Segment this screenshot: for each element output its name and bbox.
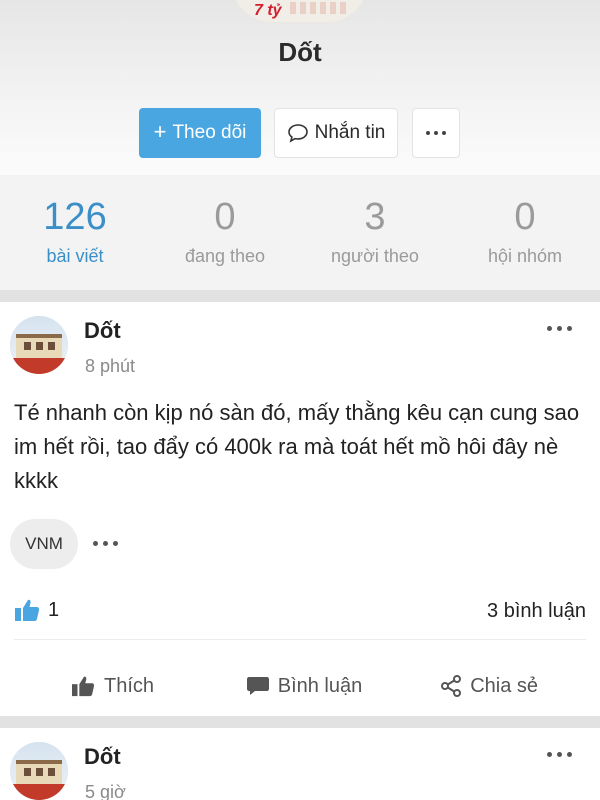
more-icon xyxy=(426,131,446,135)
message-button[interactable]: Nhắn tin xyxy=(274,108,398,158)
cover-decoration xyxy=(290,2,350,14)
profile-screen: 7 tỷ Dốt + Theo dõi Nhắn tin 126 bài viế… xyxy=(0,0,600,800)
stat-count: 126 xyxy=(43,196,107,238)
stat-label: người theo xyxy=(331,246,419,266)
avatar[interactable] xyxy=(10,742,68,800)
post-actions: Thích Bình luận Chia sẻ xyxy=(0,659,600,713)
divider xyxy=(14,639,586,640)
chat-bubble-icon xyxy=(287,123,309,143)
follow-button[interactable]: + Theo dõi xyxy=(139,108,261,158)
stock-tag[interactable]: VNM xyxy=(10,519,78,569)
profile-stats: 126 bài viết 0 đang theo 3 người theo 0 … xyxy=(0,175,600,290)
comment-count[interactable]: 3 bình luận xyxy=(487,600,586,623)
profile-more-button[interactable] xyxy=(412,108,460,158)
stat-posts[interactable]: 126 bài viết xyxy=(0,175,150,290)
follow-label: Theo dõi xyxy=(172,122,247,143)
stat-count: 0 xyxy=(514,196,536,238)
like-button[interactable]: Thích xyxy=(0,659,226,713)
share-button[interactable]: Chia sẻ xyxy=(382,659,600,713)
comment-button[interactable]: Bình luận xyxy=(226,659,382,713)
post-time: 5 giờ xyxy=(85,782,126,800)
stat-followers[interactable]: 3 người theo xyxy=(300,175,450,290)
section-separator xyxy=(0,290,600,302)
stat-count: 0 xyxy=(214,196,236,238)
like-summary[interactable]: 1 xyxy=(14,598,59,622)
avatar[interactable] xyxy=(10,316,68,374)
stat-count: 3 xyxy=(364,196,386,238)
stat-label: hội nhóm xyxy=(487,246,563,266)
like-label: Thích xyxy=(104,674,155,697)
stat-groups[interactable]: 0 hội nhóm xyxy=(450,175,600,290)
tag-more-icon[interactable] xyxy=(93,541,118,546)
post-more-icon[interactable] xyxy=(547,326,572,331)
cover-photo[interactable]: 7 tỷ xyxy=(232,0,367,22)
post-author[interactable]: Dốt xyxy=(84,744,121,770)
like-count: 1 xyxy=(48,598,60,621)
post-time: 8 phút xyxy=(85,356,136,376)
post-card: Dốt 8 phút Té nhanh còn kịp nó sàn đó, m… xyxy=(0,302,600,716)
thumbs-up-icon xyxy=(14,598,40,622)
stat-label: đang theo xyxy=(184,246,266,266)
profile-header: 7 tỷ Dốt + Theo dõi Nhắn tin xyxy=(0,0,600,175)
post-author[interactable]: Dốt xyxy=(84,318,121,344)
share-label: Chia sẻ xyxy=(470,674,538,697)
post-more-icon[interactable] xyxy=(547,752,572,757)
comment-icon xyxy=(246,675,270,697)
plus-icon: + xyxy=(153,119,167,144)
post-card: Dốt 5 giờ xyxy=(0,728,600,800)
share-icon xyxy=(440,675,462,697)
thumbs-up-icon xyxy=(70,675,96,697)
comment-label: Bình luận xyxy=(277,674,363,697)
cover-caption: 7 tỷ xyxy=(254,2,282,19)
profile-name: Dốt xyxy=(278,37,322,67)
post-content: Té nhanh còn kịp nó sàn đó, mấy thằng kê… xyxy=(14,400,580,493)
message-label: Nhắn tin xyxy=(314,122,386,143)
stat-label: bài viết xyxy=(46,246,104,266)
section-separator xyxy=(0,716,600,728)
stat-following[interactable]: 0 đang theo xyxy=(150,175,300,290)
